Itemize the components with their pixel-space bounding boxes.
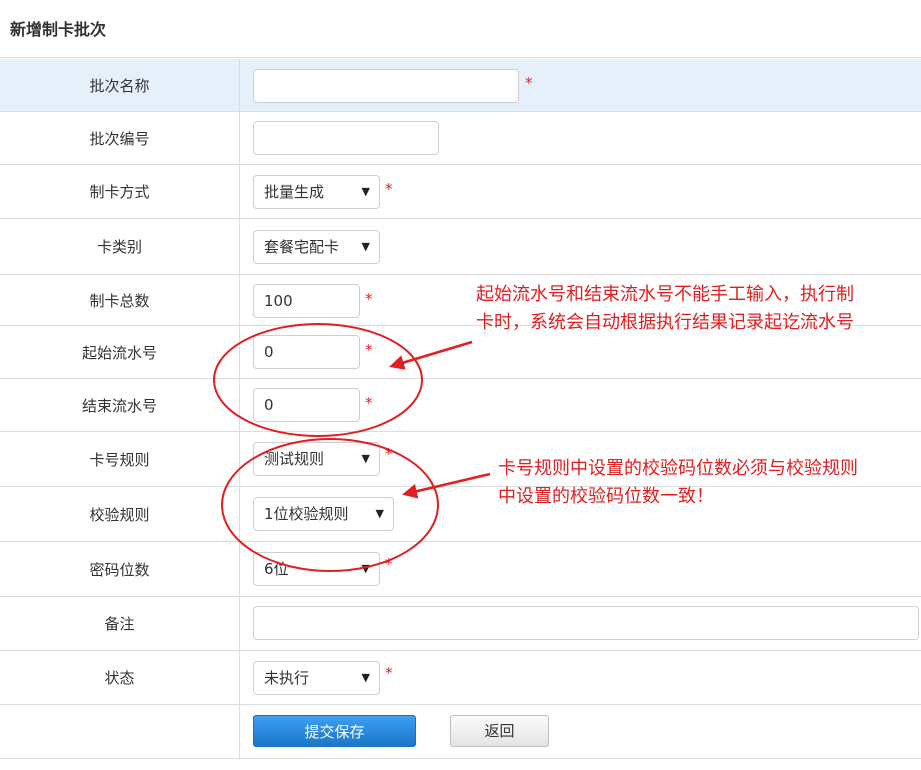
card-rule-value: 测试规则 <box>264 450 325 468</box>
batch-no-input[interactable] <box>253 121 439 155</box>
card-rule-select[interactable]: 测试规则 ▼ <box>253 442 380 476</box>
card-method-value: 批量生成 <box>264 183 325 201</box>
required-mark: * <box>385 664 393 682</box>
rule-note-line2: 中设置的校验码位数一致！ <box>498 486 714 507</box>
card-rule-label: 卡号规则 <box>0 432 240 486</box>
row-batch-name: 批次名称 * <box>0 59 921 112</box>
actions-label-cell <box>0 705 240 758</box>
pwd-digits-select[interactable]: 6位 ▼ <box>253 552 380 586</box>
total-input[interactable] <box>253 284 360 318</box>
rule-note-line1: 卡号规则中设置的校验码位数必须与校验规则 <box>498 458 858 479</box>
required-mark: * <box>525 74 533 92</box>
required-mark: * <box>365 394 373 412</box>
card-method-label: 制卡方式 <box>0 165 240 218</box>
row-batch-no: 批次编号 <box>0 112 921 165</box>
check-rule-label: 校验规则 <box>0 487 240 541</box>
rule-note: 卡号规则中设置的校验码位数必须与校验规则 中设置的校验码位数一致！ <box>498 455 858 511</box>
start-serial-input[interactable] <box>253 335 360 369</box>
card-type-select[interactable]: 套餐宅配卡 ▼ <box>253 230 380 264</box>
remark-input[interactable] <box>253 606 919 640</box>
serial-note-line1: 起始流水号和结束流水号不能手工输入，执行制 <box>476 284 854 305</box>
submit-save-button[interactable]: 提交保存 <box>253 715 416 747</box>
dropdown-arrow-icon: ▼ <box>361 671 370 684</box>
row-actions: 提交保存 返回 <box>0 705 921 759</box>
back-button[interactable]: 返回 <box>450 715 549 747</box>
pwd-digits-label: 密码位数 <box>0 542 240 596</box>
pwd-digits-value: 6位 <box>264 560 289 578</box>
check-rule-select[interactable]: 1位校验规则 ▼ <box>253 497 394 531</box>
end-serial-input[interactable] <box>253 388 360 422</box>
start-serial-label: 起始流水号 <box>0 326 240 378</box>
dropdown-arrow-icon: ▼ <box>361 240 370 253</box>
dropdown-arrow-icon: ▼ <box>361 185 370 198</box>
card-type-label: 卡类别 <box>0 219 240 274</box>
row-end-serial: 结束流水号 * <box>0 379 921 432</box>
total-label: 制卡总数 <box>0 275 240 325</box>
serial-note: 起始流水号和结束流水号不能手工输入，执行制 卡时，系统会自动根据执行结果记录起讫… <box>476 281 854 337</box>
required-mark: * <box>365 290 373 308</box>
dropdown-arrow-icon: ▼ <box>361 562 370 575</box>
dropdown-arrow-icon: ▼ <box>375 507 384 520</box>
page-title: 新增制卡批次 <box>10 20 107 39</box>
card-type-value: 套餐宅配卡 <box>264 238 340 256</box>
required-mark: * <box>385 555 393 573</box>
batch-no-label: 批次编号 <box>0 112 240 164</box>
batch-name-input[interactable] <box>253 69 519 103</box>
serial-note-line2: 卡时，系统会自动根据执行结果记录起讫流水号 <box>476 312 854 333</box>
row-card-type: 卡类别 套餐宅配卡 ▼ <box>0 219 921 275</box>
page-header: 新增制卡批次 <box>0 0 921 58</box>
required-mark: * <box>385 445 393 463</box>
batch-form: 批次名称 * 批次编号 制卡方式 批量生成 ▼ * 卡类别 套餐宅配卡 ▼ 制卡… <box>0 59 921 759</box>
dropdown-arrow-icon: ▼ <box>361 452 370 465</box>
row-card-method: 制卡方式 批量生成 ▼ * <box>0 165 921 219</box>
card-method-select[interactable]: 批量生成 ▼ <box>253 175 380 209</box>
required-mark: * <box>385 180 393 198</box>
status-value: 未执行 <box>264 669 310 687</box>
end-serial-label: 结束流水号 <box>0 379 240 431</box>
remark-label: 备注 <box>0 597 240 650</box>
required-mark: * <box>365 341 373 359</box>
batch-name-label: 批次名称 <box>0 59 240 111</box>
check-rule-value: 1位校验规则 <box>264 505 349 523</box>
status-label: 状态 <box>0 651 240 704</box>
status-select[interactable]: 未执行 ▼ <box>253 661 380 695</box>
row-pwd-digits: 密码位数 6位 ▼ * <box>0 542 921 597</box>
row-remark: 备注 <box>0 597 921 651</box>
row-status: 状态 未执行 ▼ * <box>0 651 921 705</box>
